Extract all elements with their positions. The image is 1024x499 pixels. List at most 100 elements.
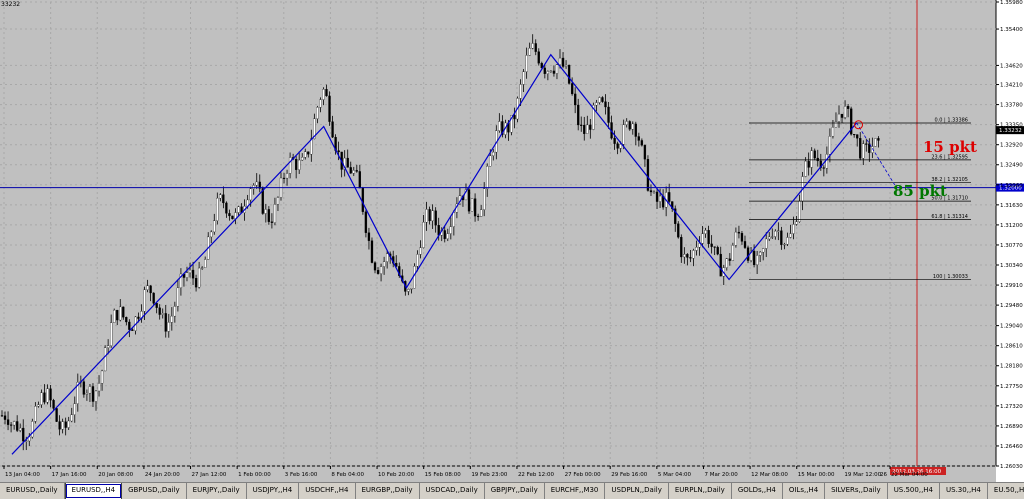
candle-bull — [652, 191, 656, 193]
candle-bear — [270, 221, 274, 223]
candle-bear — [680, 237, 683, 258]
candle-bear — [64, 421, 67, 428]
candle-bull — [874, 138, 877, 147]
candle-bull — [413, 266, 416, 289]
candle-bear — [646, 159, 650, 191]
time-tick-label: 15 Feb 08:00 — [425, 472, 462, 478]
chart-tab-10[interactable]: USDPLN,,Daily — [605, 483, 669, 499]
chart-tab-17[interactable]: EU.50,,H4 — [987, 483, 1024, 499]
candle-bull — [25, 440, 28, 442]
candle-bear — [728, 258, 731, 261]
candle-bull — [425, 209, 428, 223]
candle-bear — [865, 143, 868, 145]
candle-bull — [97, 383, 101, 392]
candle-bear — [194, 278, 198, 288]
candle-bear — [9, 424, 13, 426]
candle-bear — [125, 317, 128, 323]
chart-tab-4[interactable]: USDJPY,,H4 — [246, 483, 300, 499]
candle-bull — [188, 269, 192, 273]
chart-tab-0[interactable]: EURUSD,,Daily — [0, 483, 65, 499]
chart-tabs-bar: EURUSD,,Daily EURUSD,,H4 GBPUSD,,Daily EURJ… — [0, 482, 1024, 499]
fib-level-label: 100 | 1.30033 — [933, 274, 968, 280]
price-tick-label: 1.34620 — [1000, 63, 1023, 69]
time-tick-label: 22 Mar 04:00 — [891, 472, 928, 478]
chart-tab-9[interactable]: EURCHF,,M30 — [544, 483, 606, 499]
chart-tab-11[interactable]: EURPLN,,Daily — [668, 483, 732, 499]
chart-tab-14[interactable]: SILVERs,,Daily — [825, 483, 888, 499]
candle-bull — [804, 160, 807, 177]
candle-bear — [443, 230, 446, 239]
candle-bull — [61, 421, 64, 430]
candle-bear — [543, 67, 546, 74]
candle-bear — [628, 121, 631, 130]
candle-bear — [0, 415, 4, 417]
candle-bear — [853, 133, 856, 136]
candle-bear — [376, 269, 380, 274]
candle-bull — [31, 421, 34, 438]
candle-bull — [619, 144, 622, 149]
candle-bull — [586, 124, 589, 134]
candle-bull — [555, 64, 559, 74]
candle-bear — [752, 250, 756, 266]
candle-bull — [103, 347, 107, 372]
candle-bear — [740, 233, 744, 242]
candle-bear — [537, 51, 540, 64]
candle-bull — [216, 197, 219, 221]
candle-bull — [519, 84, 522, 99]
time-tick-label: 15 Mar 00:00 — [798, 472, 835, 478]
price-tick-label: 1.30340 — [1000, 263, 1023, 269]
price-tick-label: 1.29480 — [1000, 303, 1023, 309]
candle-bull — [249, 188, 252, 201]
candle-bear — [473, 198, 477, 217]
price-chart[interactable]: 1.320001.332322012.03.26 16:00260.0 | 1.… — [0, 0, 1024, 482]
candle-bull — [106, 345, 110, 348]
chart-tab-1[interactable]: EURUSD,,H4 — [64, 483, 123, 499]
chart-tab-13[interactable]: OILs,,H4 — [782, 483, 826, 499]
candle-bull — [416, 254, 419, 267]
time-tick-label: 7 Mar 20:00 — [704, 472, 738, 478]
chart-tab-3[interactable]: EURJPY,,Daily — [186, 483, 247, 499]
candle-bull — [759, 251, 762, 256]
chart-tab-15[interactable]: US.500,,H4 — [887, 483, 941, 499]
candle-bull — [862, 143, 865, 159]
candle-bull — [379, 266, 383, 274]
price-tick-label: 1.26890 — [1000, 424, 1023, 430]
chart-tab-16[interactable]: US.30,,H4 — [940, 483, 988, 499]
candle-bear — [716, 247, 719, 255]
candle-bear — [561, 57, 565, 67]
chart-tab-7[interactable]: USDCAD,,Daily — [419, 483, 485, 499]
candle-bull — [319, 99, 322, 108]
candle-bear — [513, 115, 516, 120]
candle-bear — [137, 316, 140, 319]
chart-tab-2[interactable]: GBPUSD,,Daily — [122, 483, 187, 499]
time-tick-label: 13 Jan 04:00 — [5, 472, 40, 478]
chart-tab-6[interactable]: EURGBP,,Daily — [355, 483, 420, 499]
candle-bear — [737, 231, 741, 234]
candle-bear — [328, 95, 331, 122]
price-tick-label: 1.30770 — [1000, 243, 1023, 249]
candle-bear — [16, 421, 19, 431]
price-tick-label: 1.29910 — [1000, 283, 1023, 289]
candle-bear — [877, 138, 880, 141]
time-tick-label: 27 Feb 00:00 — [565, 472, 602, 478]
candle-bull — [558, 57, 562, 65]
candle-bear — [191, 269, 195, 279]
chart-tab-8[interactable]: GBPJPY,,Daily — [484, 483, 545, 499]
candle-bear — [225, 202, 228, 214]
candle-bull — [12, 421, 16, 426]
candle-bear — [476, 215, 480, 218]
candle-bear — [58, 421, 61, 430]
candle-bull — [176, 287, 180, 307]
candle-bull — [522, 71, 525, 85]
candle-bull — [264, 209, 267, 214]
candle-bull — [352, 170, 355, 174]
candle-bull — [783, 244, 786, 246]
chart-tab-12[interactable]: GOLDs,,H4 — [731, 483, 783, 499]
candle-bull — [385, 253, 389, 262]
chart-area[interactable]: 1.32000 1.33232 2012.03.26 16:00 26 0.0 | 1.… — [0, 0, 1024, 482]
fib-level-label: 61.8 | 1.31314 — [931, 214, 968, 220]
candle-bull — [322, 89, 325, 100]
chart-tab-5[interactable]: USDCHF,,H4 — [299, 483, 356, 499]
candle-bull — [34, 406, 37, 422]
candle-bear — [613, 137, 616, 144]
